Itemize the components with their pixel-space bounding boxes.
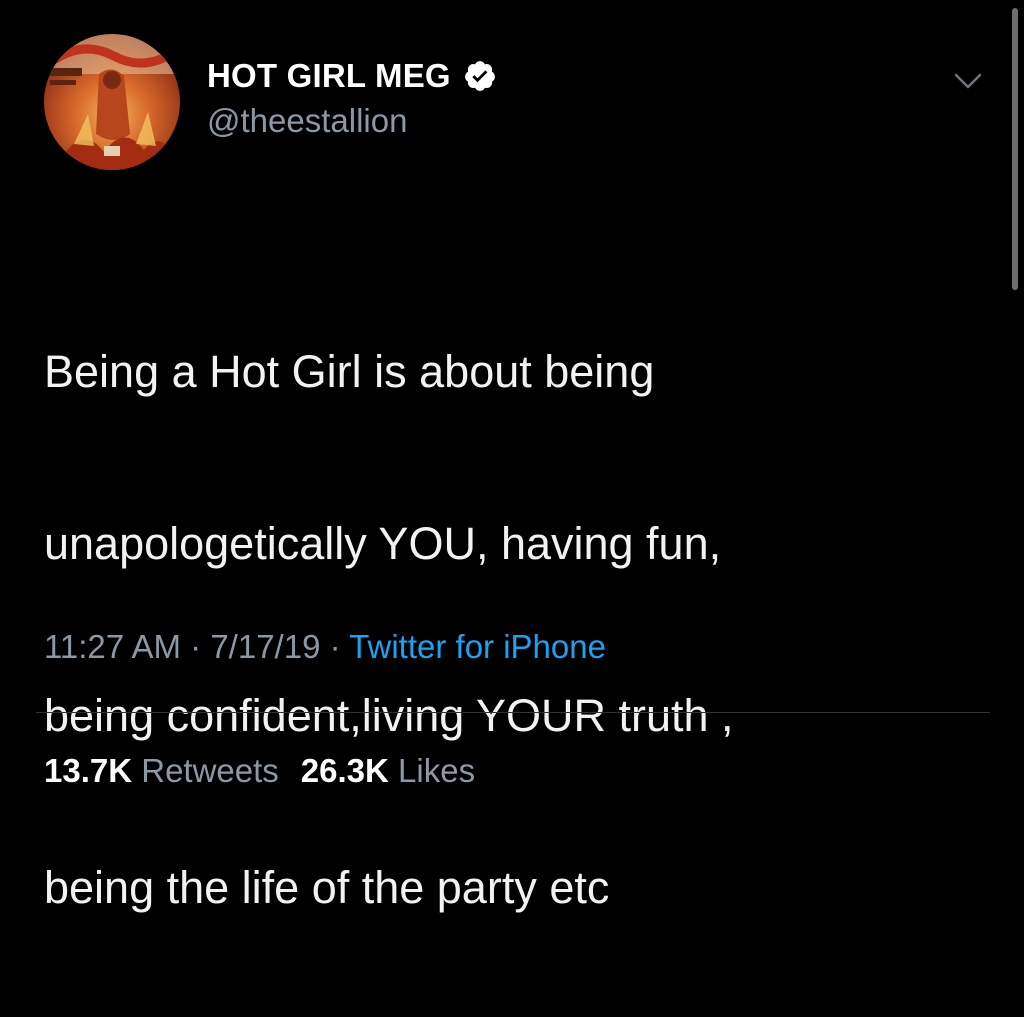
tweet-source-link[interactable]: Twitter for iPhone [349, 628, 606, 665]
tweet-text-line: being confident,living YOUR truth , [44, 690, 734, 741]
scrollbar[interactable] [1012, 8, 1018, 290]
meta-separator: · [329, 628, 350, 665]
chevron-down-icon[interactable] [948, 66, 988, 96]
tweet-detail: HOT GIRL MEG @theestallion Being a Hot G… [0, 0, 1024, 913]
tweet-text-line: Being a Hot Girl is about being [44, 346, 655, 397]
tweet-time[interactable]: 11:27 AM [44, 628, 181, 665]
tweet-date[interactable]: 7/17/19 [210, 628, 320, 665]
likes-stat[interactable]: 26.3K Likes [301, 752, 475, 789]
verified-badge-icon [463, 59, 497, 93]
author-name-row[interactable]: HOT GIRL MEG [207, 54, 497, 98]
tweet-text-line: unapologetically YOU, having fun, [44, 518, 722, 569]
avatar[interactable] [44, 34, 180, 170]
retweets-stat[interactable]: 13.7K Retweets [44, 752, 279, 789]
album-cover-avatar-icon [44, 34, 180, 170]
display-name[interactable]: HOT GIRL MEG [207, 57, 451, 95]
user-handle[interactable]: @theestallion [207, 102, 407, 140]
retweets-count: 13.7K [44, 752, 133, 789]
retweets-label: Retweets [141, 752, 279, 789]
likes-count: 26.3K [300, 752, 389, 789]
tweet-text-line: being the life of the party etc [44, 862, 610, 913]
divider [36, 712, 990, 713]
meta-separator: · [190, 628, 211, 665]
tweet-meta: 11:27 AM · 7/17/19 · Twitter for iPhone [44, 628, 606, 666]
engagement-stats: 13.7K Retweets 26.3K Likes [44, 752, 475, 790]
likes-label: Likes [398, 752, 476, 789]
